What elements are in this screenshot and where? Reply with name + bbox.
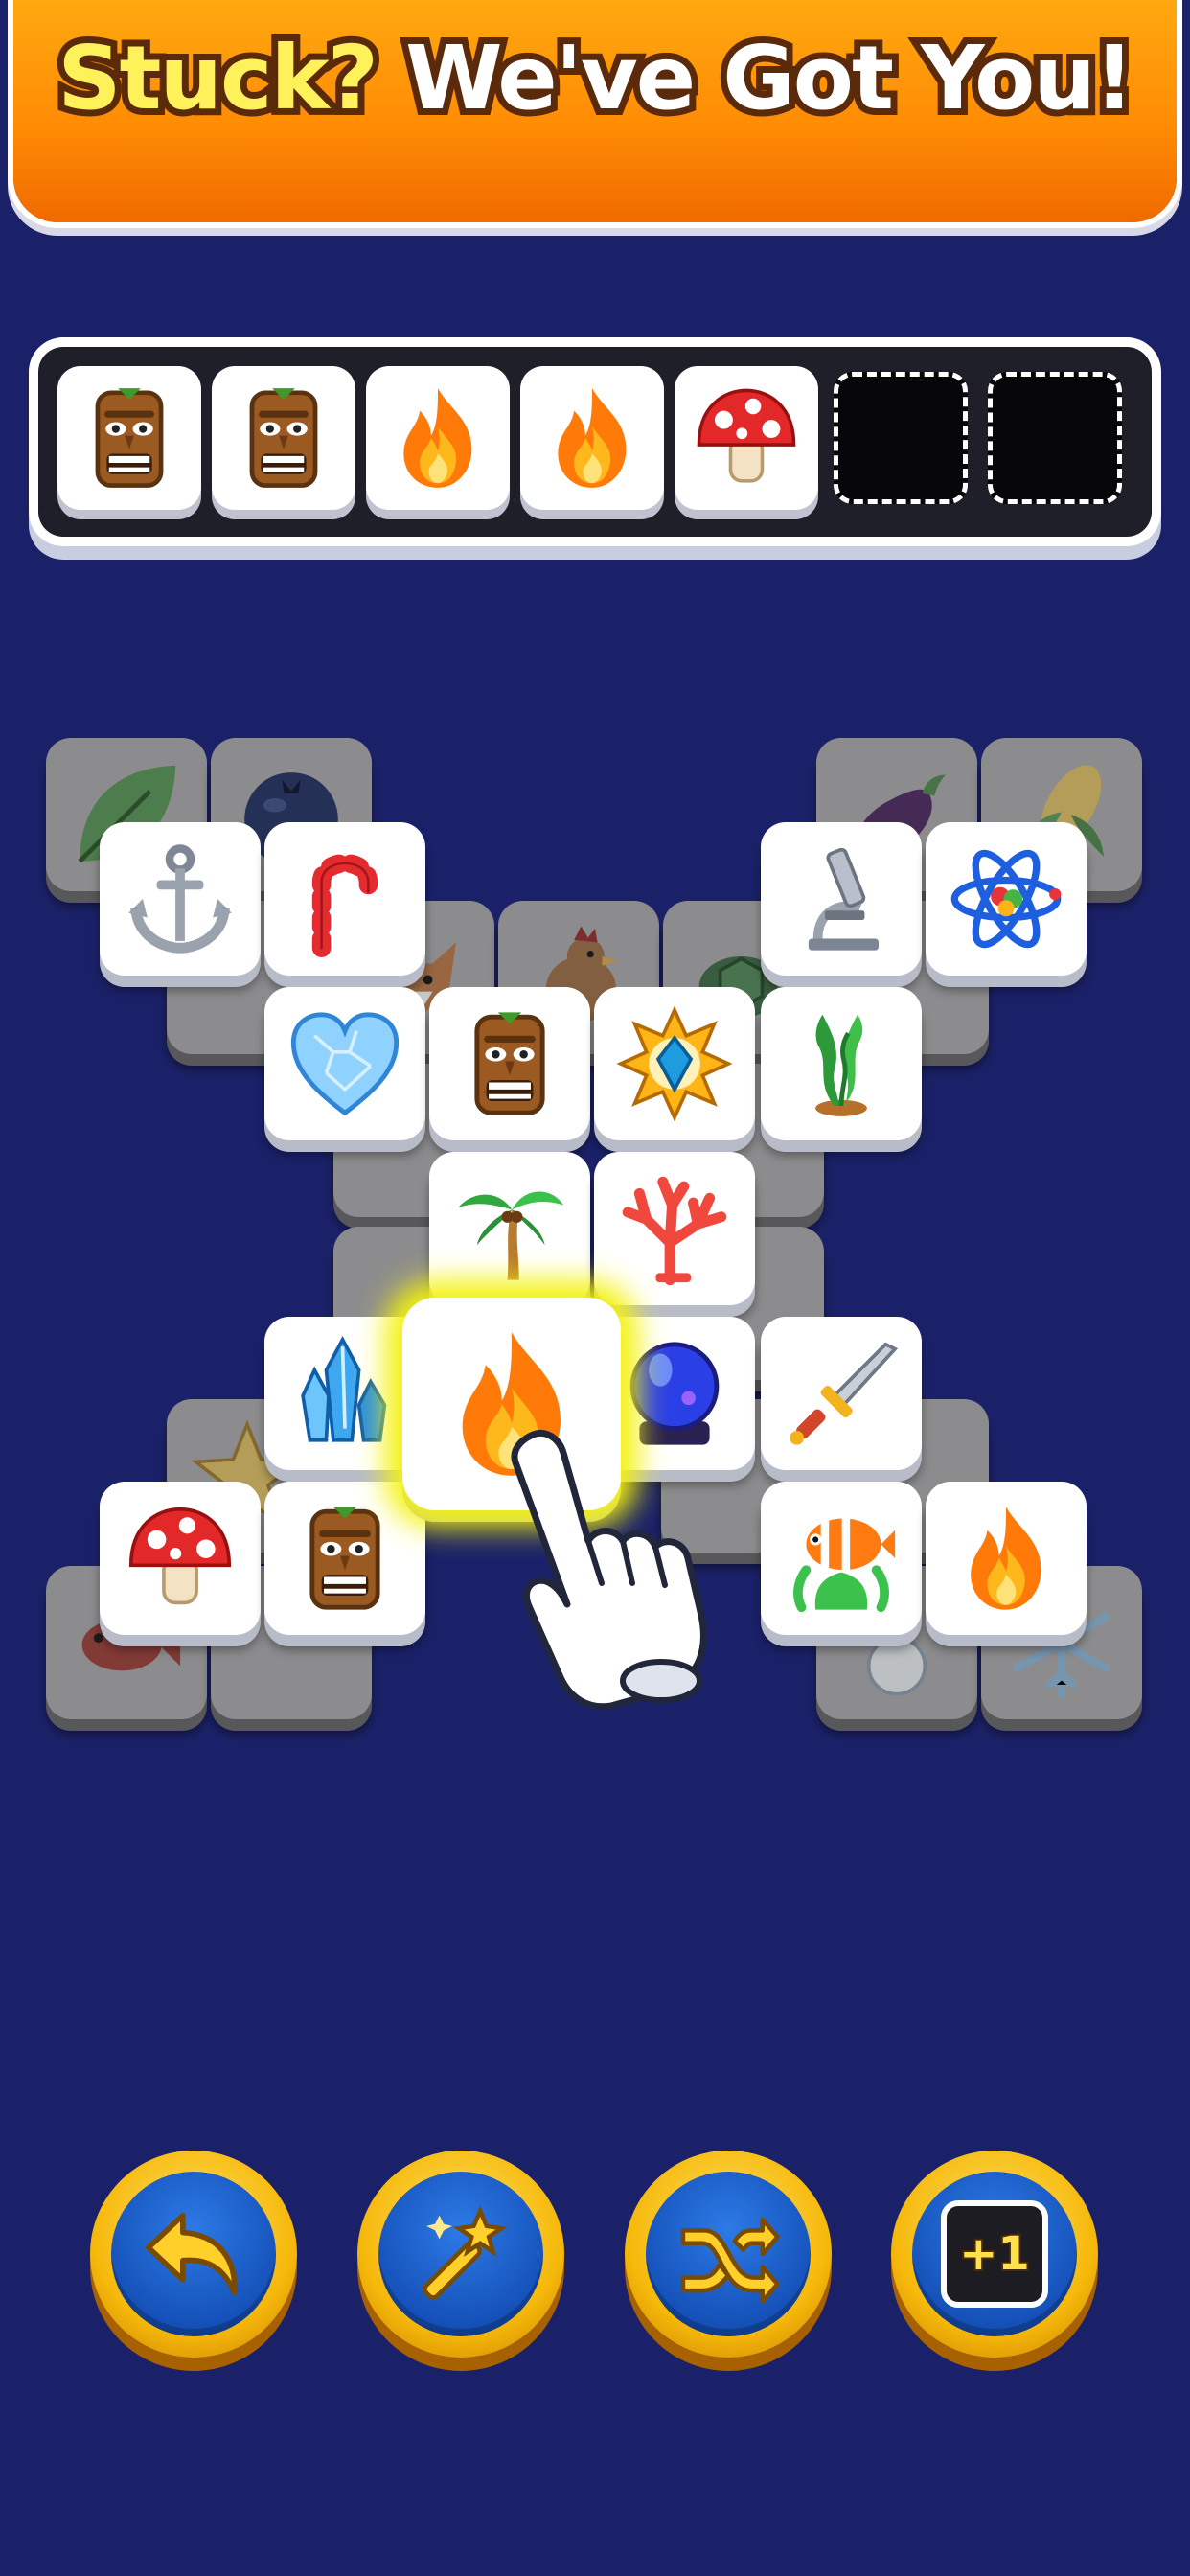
shuffle-icon [675, 2200, 782, 2308]
tile-candy-cane[interactable] [264, 822, 425, 976]
fire-icon [948, 1500, 1064, 1617]
dagger-icon [783, 1335, 900, 1452]
tiki-mask-icon [286, 1500, 403, 1617]
pointing-hand-icon [511, 1429, 707, 1711]
tile-anchor[interactable] [100, 822, 261, 976]
tray-slot-7-empty [988, 372, 1122, 504]
extra-slot-button[interactable]: +1 [891, 2150, 1098, 2358]
mushroom-icon [690, 381, 803, 494]
tiki-mask-icon [227, 381, 340, 494]
atom-icon [948, 840, 1064, 957]
tray-slot-3 [366, 366, 510, 510]
tile-gem-emblem[interactable] [594, 987, 755, 1140]
slot-tray [38, 347, 1152, 537]
clownfish-icon [783, 1500, 900, 1617]
undo-button-face [111, 2172, 276, 2336]
tile-clownfish[interactable] [761, 1482, 922, 1635]
tray-slot-6-empty [834, 372, 968, 504]
magic-wand-button-face [378, 2172, 543, 2336]
tray-slot-2 [212, 366, 355, 510]
tile-mushroom[interactable] [100, 1482, 261, 1635]
shuffle-button-face [646, 2172, 811, 2336]
tile-ice-heart[interactable] [264, 987, 425, 1140]
tiki-mask-icon [451, 1005, 568, 1122]
plus-one-icon: +1 [941, 2200, 1048, 2308]
undo-arrow-icon [140, 2200, 247, 2308]
banner-title-part2: We've Got You! [399, 20, 1141, 136]
crystal-icon [286, 1335, 403, 1452]
coral-icon [616, 1170, 733, 1287]
tile-dagger[interactable] [761, 1317, 922, 1470]
promo-banner: Stuck? We've Got You! [13, 0, 1177, 222]
tray-slot-5 [675, 366, 818, 510]
tiki-mask-icon [73, 381, 186, 494]
seaweed-icon [783, 1005, 900, 1122]
palm-tree-icon [451, 1170, 568, 1287]
microscope-icon [783, 840, 900, 957]
tile-fire[interactable] [926, 1482, 1087, 1635]
tile-atom[interactable] [926, 822, 1087, 976]
tile-palm-tree[interactable] [429, 1152, 590, 1305]
tile-coral[interactable] [594, 1152, 755, 1305]
tile-seaweed[interactable] [761, 987, 922, 1140]
anchor-icon [122, 840, 239, 957]
banner-title: Stuck? We've Got You! [13, 20, 1177, 136]
shuffle-button[interactable] [625, 2150, 832, 2358]
candy-cane-icon [286, 840, 403, 957]
magic-wand-button[interactable] [357, 2150, 564, 2358]
ice-heart-icon [286, 1005, 403, 1122]
undo-button[interactable] [90, 2150, 297, 2358]
mushroom-icon [122, 1500, 239, 1617]
magic-wand-icon [407, 2200, 515, 2308]
tile-crystal[interactable] [264, 1317, 425, 1470]
banner-title-part1: Stuck? [51, 20, 385, 136]
fire-icon [381, 381, 494, 494]
extra-slot-button-face: +1 [912, 2172, 1077, 2336]
tile-tiki-mask[interactable] [264, 1482, 425, 1635]
tile-microscope[interactable] [761, 822, 922, 976]
tile-tiki-mask[interactable] [429, 987, 590, 1140]
tray-slot-1 [57, 366, 201, 510]
tray-slot-4 [520, 366, 664, 510]
gem-emblem-icon [616, 1005, 733, 1122]
fire-icon [536, 381, 649, 494]
